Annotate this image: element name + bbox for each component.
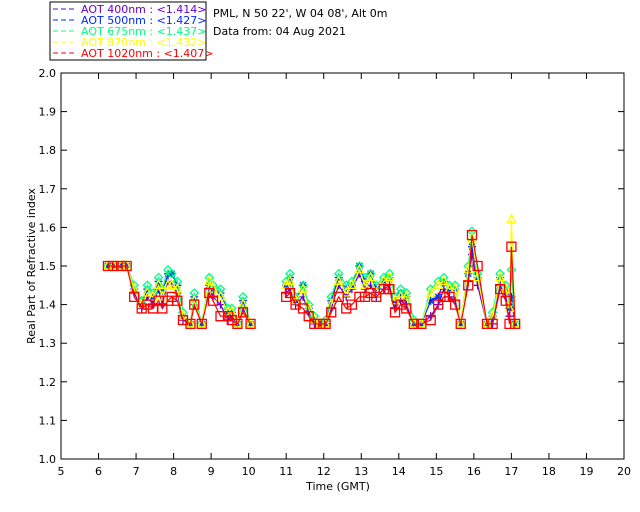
y-tick-label: 2.0 <box>39 67 57 80</box>
series-layer <box>102 213 521 330</box>
y-axis-label: Real Part of Refractive index <box>25 188 38 344</box>
x-axis-label: Time (GMT) <box>305 480 370 493</box>
x-tick-label: 7 <box>133 465 140 478</box>
date-info: Data from: 04 Aug 2021 <box>213 25 346 38</box>
y-tick-label: 1.7 <box>39 183 57 196</box>
x-tick-label: 6 <box>95 465 102 478</box>
site-info: PML, N 50 22', W 04 08', Alt 0m <box>213 7 387 20</box>
x-tick-label: 11 <box>279 465 293 478</box>
x-tick-label: 8 <box>170 465 177 478</box>
x-tick-label: 10 <box>242 465 256 478</box>
y-tick-label: 1.1 <box>39 414 57 427</box>
legend-entry: AOT 1020nm : <1.407> <box>81 47 214 60</box>
x-tick-label: 20 <box>617 465 631 478</box>
y-tick-label: 1.8 <box>39 144 57 157</box>
y-tick-label: 1.0 <box>39 453 57 466</box>
x-tick-label: 15 <box>429 465 443 478</box>
y-tick-label: 1.6 <box>39 221 57 234</box>
y-tick-label: 1.3 <box>39 337 57 350</box>
axes: 5 6 7 8 9 10 11 12 13 14 15 16 17 18 19 20 1.0 1.1 1.2 1.3 1… <box>39 67 632 478</box>
x-tick-label: 18 <box>542 465 556 478</box>
x-tick-label: 14 <box>392 465 406 478</box>
y-tick-label: 1.2 <box>39 376 57 389</box>
y-tick-label: 1.5 <box>39 260 57 273</box>
x-tick-label: 16 <box>467 465 481 478</box>
x-tick-label: 13 <box>354 465 368 478</box>
x-tick-label: 12 <box>317 465 331 478</box>
x-tick-label: 17 <box>504 465 518 478</box>
x-tick-label: 19 <box>579 465 593 478</box>
refractive-index-chart: AOT 400nm : <1.414>AOT 500nm : <1.427>AO… <box>25 1 632 493</box>
plot-frame <box>60 72 625 460</box>
x-tick-label: 5 <box>58 465 65 478</box>
y-tick-label: 1.9 <box>39 106 57 119</box>
x-tick-label: 9 <box>208 465 215 478</box>
y-tick-label: 1.4 <box>39 299 57 312</box>
